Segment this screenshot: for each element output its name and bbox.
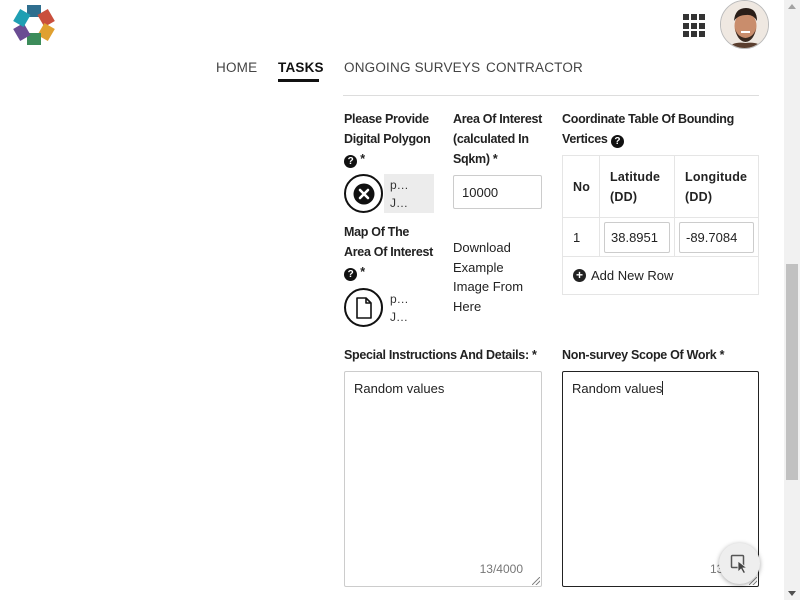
- remove-file-icon[interactable]: [344, 174, 383, 213]
- polygon-file-name: p… J…: [384, 174, 434, 213]
- special-label: Special Instructions And Details: *: [344, 348, 537, 362]
- nav-contractor[interactable]: CONTRACTOR: [486, 60, 583, 75]
- scroll-down-arrow-icon[interactable]: [788, 591, 796, 596]
- polygon-file-upload[interactable]: p… J…: [344, 174, 434, 213]
- download-example-link[interactable]: Download Example Image From Here: [453, 238, 543, 316]
- scroll-thumb[interactable]: [786, 264, 798, 480]
- col-longitude: Longitude (DD): [685, 169, 748, 204]
- page-scrollbar[interactable]: [784, 0, 800, 600]
- aoi-input[interactable]: 10000: [453, 175, 542, 209]
- map-file-name: p… J…: [390, 292, 409, 324]
- char-counter: 13/4000: [479, 562, 523, 576]
- user-avatar[interactable]: [720, 0, 769, 49]
- resize-handle[interactable]: [532, 577, 540, 585]
- map-label: Map Of The Area Of Interest ? *: [344, 225, 433, 281]
- nonsurvey-label: Non-survey Scope Of Work *: [562, 348, 725, 362]
- help-icon[interactable]: ?: [344, 268, 357, 281]
- nav-ongoing-surveys[interactable]: ONGOING SURVEYS: [344, 60, 480, 75]
- aoi-label: Area Of Interest (calculated In Sqkm) *: [453, 112, 542, 166]
- longitude-input[interactable]: -89.7084: [679, 221, 754, 253]
- active-tab-indicator: [278, 79, 319, 82]
- text-caret: [662, 381, 664, 395]
- latitude-input[interactable]: 38.8951: [604, 221, 670, 253]
- polygon-label: Please Provide Digital Polygon ? *: [344, 112, 431, 168]
- coords-label: Coordinate Table Of Bounding Vertices ?: [562, 112, 734, 148]
- row-number: 1: [563, 218, 600, 256]
- apps-grid-icon[interactable]: [683, 14, 707, 38]
- col-latitude: Latitude (DD): [600, 156, 675, 217]
- divider: [343, 95, 759, 96]
- help-icon[interactable]: ?: [344, 155, 357, 168]
- coordinate-table: No Latitude (DD) Longitude (DD) 1 38.8951 …: [562, 155, 759, 295]
- app-logo[interactable]: [13, 4, 55, 46]
- floating-cursor-button[interactable]: [719, 543, 760, 584]
- map-file-upload[interactable]: p… J…: [344, 288, 434, 327]
- plus-circle-icon: +: [573, 269, 586, 282]
- main-nav: HOME TASKS ONGOING SURVEYS CONTRACTOR: [0, 58, 784, 88]
- add-new-row-button[interactable]: + Add New Row: [563, 257, 758, 294]
- table-row: 1 38.8951 -89.7084: [563, 218, 758, 257]
- nav-home[interactable]: HOME: [216, 60, 257, 75]
- scroll-up-arrow-icon[interactable]: [788, 4, 796, 9]
- nav-tasks[interactable]: TASKS: [278, 60, 324, 75]
- cursor-select-icon: [730, 554, 748, 574]
- table-header: No Latitude (DD) Longitude (DD): [563, 156, 758, 218]
- file-icon: [344, 288, 383, 327]
- special-instructions-textarea[interactable]: Random values 13/4000: [344, 371, 542, 587]
- col-no: No: [563, 156, 600, 217]
- help-icon[interactable]: ?: [610, 135, 624, 148]
